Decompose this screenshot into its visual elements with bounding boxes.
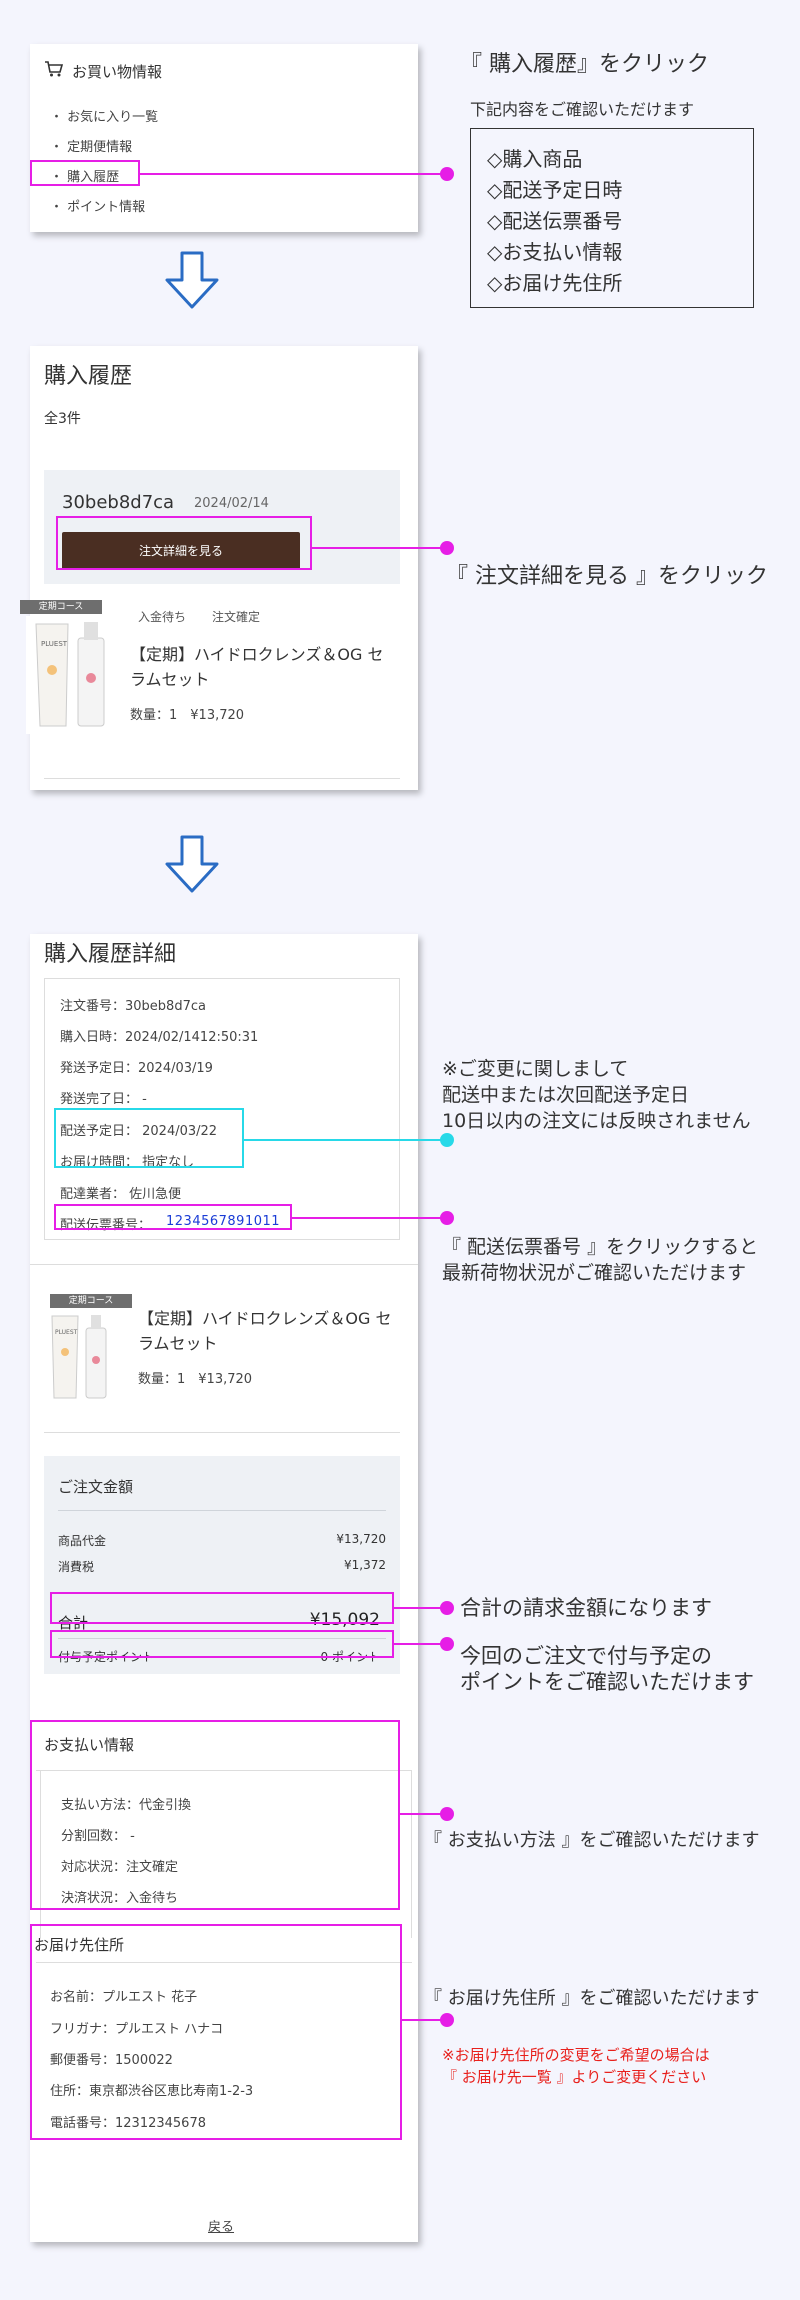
highlight-delivery-schedule xyxy=(54,1108,244,1168)
connector-line xyxy=(394,1607,446,1609)
order-number: 注文番号：30beb8d7ca xyxy=(60,999,206,1014)
note-address-warning: ※お届け先住所の変更をご希望の場合は xyxy=(442,2046,710,2064)
shopping-menu-card: お買い物情報 ・ お気に入り一覧 ・ 定期便情報 ・ 購入履歴 ・ ポイント情報 xyxy=(30,44,418,232)
order-id: 30beb8d7ca xyxy=(62,492,175,513)
tax-value: ¥1,372 xyxy=(344,1558,386,1572)
divider xyxy=(44,778,400,779)
connector-line xyxy=(140,173,446,175)
info-list-item: ◇お届け先住所 xyxy=(487,271,623,295)
note-address-warning: 『 お届け先一覧 』よりご変更ください xyxy=(442,2068,707,2086)
subtotal-value: ¥13,720 xyxy=(336,1532,386,1546)
connector-dot xyxy=(440,1807,454,1821)
note-points: ポイントをご確認いただけます xyxy=(460,1670,754,1694)
svg-text:PLUEST: PLUEST xyxy=(55,1329,78,1336)
info-list-box: ◇購入商品 ◇配送予定日時 ◇配送伝票番号 ◇お支払い情報 ◇お届け先住所 xyxy=(470,128,754,308)
menu-item-favorites[interactable]: ・ お気に入り一覧 xyxy=(50,106,158,125)
connector-line xyxy=(292,1217,446,1219)
connector-dot xyxy=(440,167,454,181)
purchase-datetime: 購入日時：2024/02/1412:50:31 xyxy=(60,1030,259,1045)
subtotal-label: 商品代金 xyxy=(58,1534,107,1548)
menu-title: お買い物情報 xyxy=(72,63,163,81)
connector-line xyxy=(394,1643,446,1645)
product-image: PLUEST xyxy=(44,1310,116,1402)
ship-completed-date: 発送完了日： - xyxy=(60,1092,147,1107)
connector-dot xyxy=(440,1211,454,1225)
callout-order-detail: 『 注文詳細を見る 』をクリック xyxy=(446,564,768,589)
divider xyxy=(44,1432,400,1433)
down-arrow-icon xyxy=(165,835,219,893)
carrier: 配達業者： 佐川急便 xyxy=(60,1187,182,1202)
status-payment: 入金待ち xyxy=(138,610,187,624)
quantity-price: 数量：1 ¥13,720 xyxy=(138,1372,253,1387)
cart-icon xyxy=(44,60,64,82)
tax-label: 消費税 xyxy=(58,1560,95,1574)
quantity-price: 数量：1 ¥13,720 xyxy=(130,708,245,723)
down-arrow-icon xyxy=(165,251,219,309)
note-change: 10日以内の注文には反映されません xyxy=(442,1110,751,1132)
callout-subtitle: 下記内容をご確認いただけます xyxy=(470,100,695,119)
note-payment: 『 お支払い方法 』をご確認いただけます xyxy=(424,1830,760,1851)
connector-dot xyxy=(440,1601,454,1615)
order-date: 2024/02/14 xyxy=(194,496,269,511)
highlight-address xyxy=(30,1924,402,2140)
subscription-badge: 定期コース xyxy=(20,600,102,614)
note-tracking: 最新荷物状況がご確認いただけます xyxy=(442,1262,747,1284)
product-name[interactable]: 【定期】ハイドロクレンズ＆OG セラムセット xyxy=(138,1306,402,1356)
connector-dot xyxy=(440,1637,454,1651)
product-name[interactable]: 【定期】ハイドロクレンズ＆OG セラムセット xyxy=(130,642,392,692)
product-image: PLUEST xyxy=(26,616,118,734)
connector-dot xyxy=(440,1133,454,1147)
subscription-badge: 定期コース xyxy=(50,1294,132,1308)
note-change: ※ご変更に関しまして xyxy=(442,1058,629,1080)
highlight-total xyxy=(50,1592,394,1624)
page-title: 購入履歴詳細 xyxy=(44,942,177,967)
connector-line xyxy=(312,547,446,549)
highlight-purchase-history xyxy=(30,160,140,186)
callout-purchase-history: 『 購入履歴』をクリック xyxy=(460,52,709,77)
menu-item-subscription[interactable]: ・ 定期便情報 xyxy=(50,136,132,155)
info-list-item: ◇配送予定日時 xyxy=(487,178,623,202)
order-count: 全3件 xyxy=(44,411,81,427)
note-address: 『 お届け先住所 』をご確認いただけます xyxy=(424,1988,760,2009)
info-list-item: ◇お支払い情報 xyxy=(487,240,623,264)
divider xyxy=(58,1510,386,1511)
highlight-points xyxy=(50,1630,394,1658)
page-title: 購入履歴 xyxy=(44,364,133,389)
info-list-item: ◇購入商品 xyxy=(487,147,583,171)
highlight-detail-button xyxy=(56,516,312,570)
menu-item-points[interactable]: ・ ポイント情報 xyxy=(50,196,145,215)
connector-line xyxy=(244,1139,446,1141)
highlight-payment xyxy=(30,1720,400,1910)
connector-dot xyxy=(440,541,454,555)
highlight-tracking-number xyxy=(54,1204,292,1230)
note-change: 配送中または次回配送予定日 xyxy=(442,1084,690,1106)
divider xyxy=(30,1264,418,1265)
info-list-item: ◇配送伝票番号 xyxy=(487,209,623,233)
amount-title: ご注文金額 xyxy=(58,1478,134,1496)
back-link[interactable]: 戻る xyxy=(208,2216,234,2235)
connector-dot xyxy=(440,2013,454,2027)
status-order: 注文確定 xyxy=(212,610,261,624)
note-tracking: 『 配送伝票番号 』をクリックすると xyxy=(442,1236,759,1258)
svg-text:PLUEST: PLUEST xyxy=(41,640,68,648)
note-total: 合計の請求金額になります xyxy=(460,1596,712,1620)
ship-scheduled-date: 発送予定日：2024/03/19 xyxy=(60,1061,213,1076)
